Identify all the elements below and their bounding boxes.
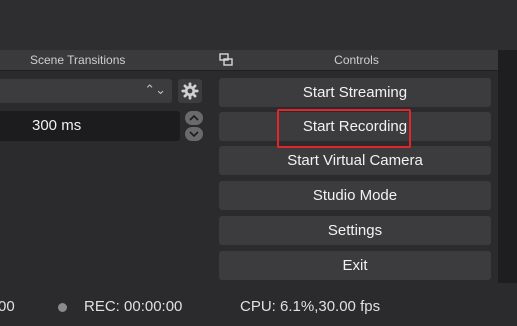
controls-panel: Start Streaming Start Recording Start Vi… bbox=[215, 71, 498, 283]
stream-time-text: 00 bbox=[0, 298, 15, 315]
start-virtual-camera-button[interactable]: Start Virtual Camera bbox=[219, 146, 491, 175]
controls-title: Controls bbox=[334, 53, 379, 67]
stepper-down-button[interactable] bbox=[185, 127, 203, 141]
scene-transitions-header: Scene Transitions bbox=[0, 50, 215, 71]
stepper-up-button[interactable] bbox=[185, 111, 203, 125]
recording-time-text: REC: 00:00:00 bbox=[84, 298, 183, 315]
cpu-usage-text: CPU: 6.1%,30.00 fps bbox=[240, 298, 381, 315]
controls-header: Controls bbox=[215, 50, 498, 71]
gear-icon[interactable] bbox=[178, 79, 202, 103]
scene-transitions-panel: ⌃⌄ 300 ms bbox=[0, 71, 215, 283]
settings-button[interactable]: Settings bbox=[219, 216, 491, 245]
recording-indicator-icon bbox=[58, 303, 67, 312]
highlight-box bbox=[277, 109, 411, 148]
duration-input[interactable]: 300 ms bbox=[0, 111, 180, 141]
exit-button[interactable]: Exit bbox=[219, 251, 491, 280]
chevron-down-icon bbox=[189, 131, 199, 137]
duration-value: 300 ms bbox=[32, 117, 82, 134]
status-bar: 00 REC: 00:00:00 CPU: 6.1%,30.00 fps bbox=[0, 283, 517, 326]
chevron-up-icon bbox=[189, 115, 199, 121]
start-streaming-button[interactable]: Start Streaming bbox=[219, 78, 491, 107]
duration-stepper[interactable] bbox=[185, 111, 203, 141]
select-arrows-icon: ⌃⌄ bbox=[144, 82, 166, 97]
scene-transitions-title: Scene Transitions bbox=[30, 53, 126, 67]
studio-mode-button[interactable]: Studio Mode bbox=[219, 181, 491, 210]
transition-select[interactable]: ⌃⌄ bbox=[0, 79, 172, 103]
window-top-area bbox=[0, 0, 517, 50]
